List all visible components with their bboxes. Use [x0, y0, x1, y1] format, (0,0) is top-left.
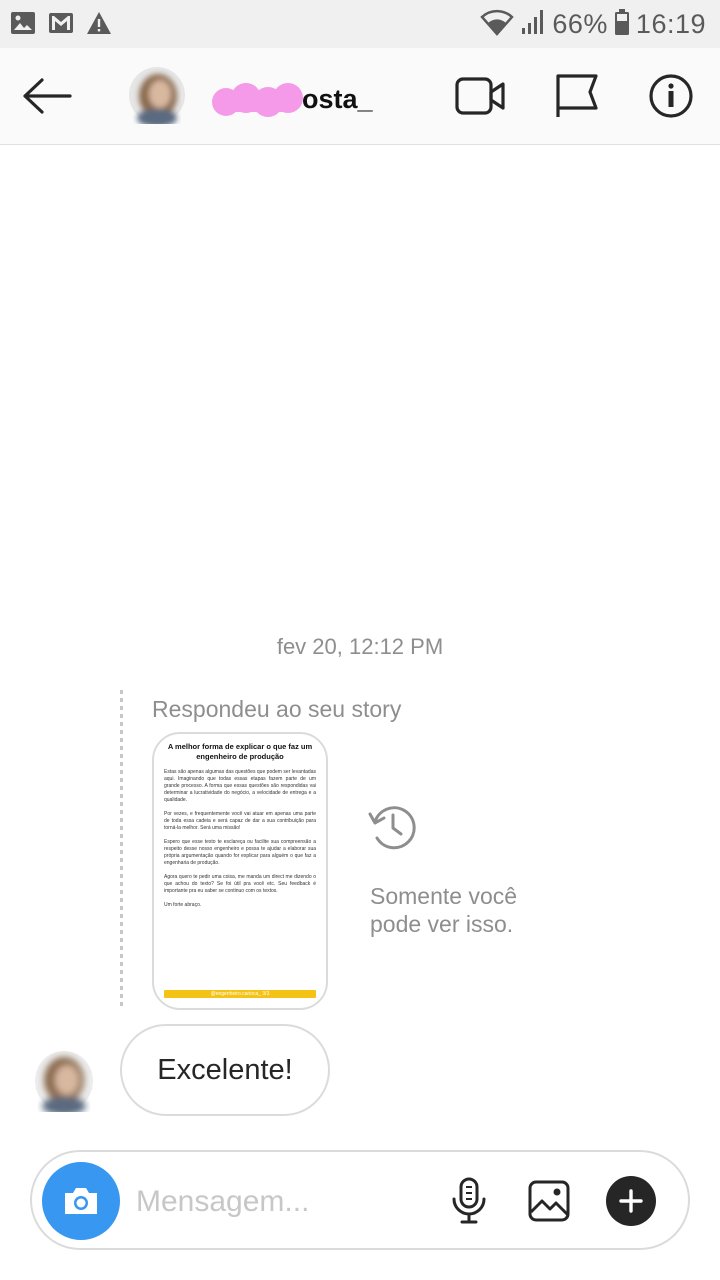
story-title: A melhor forma de explicar o que faz um …: [167, 742, 313, 761]
battery-icon: [614, 8, 630, 41]
story-paragraph: Um forte abraço.: [164, 902, 202, 908]
video-call-icon: [455, 77, 505, 115]
battery-percent: 66%: [552, 8, 608, 39]
wifi-icon: [480, 8, 515, 41]
flag-icon: [556, 74, 598, 117]
gallery-icon: [528, 1180, 570, 1222]
sender-avatar[interactable]: [34, 1050, 94, 1115]
report-button[interactable]: [552, 72, 606, 120]
info-icon: [649, 74, 693, 118]
reply-indicator-line: [120, 690, 123, 1006]
story-footer-bar: @engenheiro.carioca_ 3/3: [164, 990, 316, 998]
gallery-button[interactable]: [526, 1178, 572, 1224]
message-timestamp: fev 20, 12:12 PM: [276, 634, 444, 659]
status-bar: 66% 16:19: [0, 0, 720, 48]
chat-header: osta_: [0, 48, 720, 145]
more-options-button[interactable]: [606, 1176, 656, 1226]
gmail-icon: [48, 12, 74, 39]
message-input[interactable]: [136, 1182, 426, 1222]
voice-message-button[interactable]: [446, 1177, 492, 1224]
story-footer-text: @engenheiro.carioca_ 3/3: [210, 991, 270, 997]
message-composer: [30, 1150, 690, 1250]
history-icon: [366, 800, 420, 854]
plus-icon: [619, 1189, 643, 1213]
video-call-button[interactable]: [454, 72, 508, 120]
story-reply-label: Respondeu ao seu story: [152, 696, 402, 722]
clock: 16:19: [635, 8, 706, 39]
message-text: Excelente!: [157, 1053, 293, 1086]
story-paragraph: Espero que esse texto te esclareça ou fa…: [164, 839, 316, 866]
story-paragraph: Agora quero te pedir uma coisa, me manda…: [164, 874, 316, 894]
message-bubble[interactable]: Excelente!: [120, 1024, 330, 1116]
image-icon: [10, 11, 36, 40]
avatar[interactable]: [128, 66, 186, 127]
privacy-note: Somente você pode ver isso.: [370, 883, 518, 937]
story-paragraph: Por vezes, e frequentemente você vai atu…: [164, 811, 316, 831]
redaction-mark: [212, 83, 303, 117]
story-preview[interactable]: A melhor forma de explicar o que faz um …: [152, 732, 328, 1010]
back-button[interactable]: [18, 72, 74, 120]
story-paragraph: Estas são apenas algumas das questões qu…: [164, 769, 316, 803]
microphone-icon: [452, 1177, 486, 1224]
camera-icon: [65, 1188, 97, 1214]
warning-icon: [86, 11, 112, 40]
username-text: osta_: [302, 84, 373, 114]
back-arrow-icon: [23, 78, 72, 114]
signal-icon: [520, 8, 546, 41]
info-button[interactable]: [646, 72, 700, 120]
camera-button[interactable]: [42, 1162, 120, 1240]
